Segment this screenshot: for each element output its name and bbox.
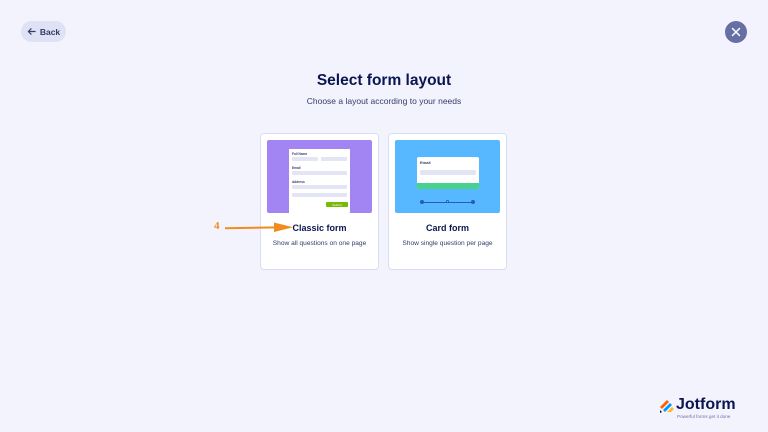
- page-subtitle: Choose a layout according to your needs: [306, 96, 462, 106]
- card-form-preview: Email: [395, 140, 500, 213]
- mini-field: [292, 185, 347, 189]
- classic-form-preview: Full Name Email Address Submit: [267, 140, 372, 213]
- progress-dot: [471, 200, 475, 204]
- card-form-option[interactable]: Email Card form Show single question per…: [388, 133, 507, 270]
- jotform-logo: Jotform Powerful forms get it done: [658, 395, 758, 423]
- back-label: Back: [39, 26, 61, 37]
- card-form-description: Show single question per page: [402, 240, 493, 247]
- mini-field: [292, 193, 347, 197]
- classic-form-option[interactable]: Full Name Email Address Submit Classic f…: [260, 133, 379, 270]
- mini-field: [292, 171, 347, 175]
- mini-label-email: Email: [420, 160, 431, 165]
- logo-tagline: Powerful forms get it done: [677, 414, 731, 419]
- card-form-label: Card form: [425, 223, 469, 233]
- mini-label-full-name: Full Name: [292, 152, 308, 156]
- mini-card-illustration: Email: [417, 157, 479, 189]
- mini-form-illustration: Full Name Email Address Submit: [289, 149, 350, 213]
- arrow-left-icon: [27, 28, 36, 35]
- logo-wordmark: Jotform: [676, 396, 736, 413]
- jotform-logo-icon: [660, 400, 674, 413]
- classic-form-description: Show all questions on one page: [272, 240, 367, 247]
- mini-label-email: Email: [292, 166, 301, 170]
- mini-submit-button: Submit: [326, 202, 348, 207]
- mini-card-nav-bar: [417, 183, 479, 189]
- close-icon: [731, 27, 741, 37]
- mini-label-address: Address: [292, 180, 305, 184]
- annotation-arrow-icon: [225, 222, 293, 232]
- progress-dot: [420, 200, 424, 204]
- mini-field: [321, 157, 347, 161]
- progress-dot: [446, 200, 449, 203]
- step-number: 4: [214, 220, 220, 232]
- mini-field: [292, 157, 318, 161]
- mini-field: [420, 170, 476, 175]
- close-button[interactable]: [725, 21, 747, 43]
- page-title: Select form layout: [316, 72, 452, 89]
- back-button[interactable]: Back: [21, 21, 66, 42]
